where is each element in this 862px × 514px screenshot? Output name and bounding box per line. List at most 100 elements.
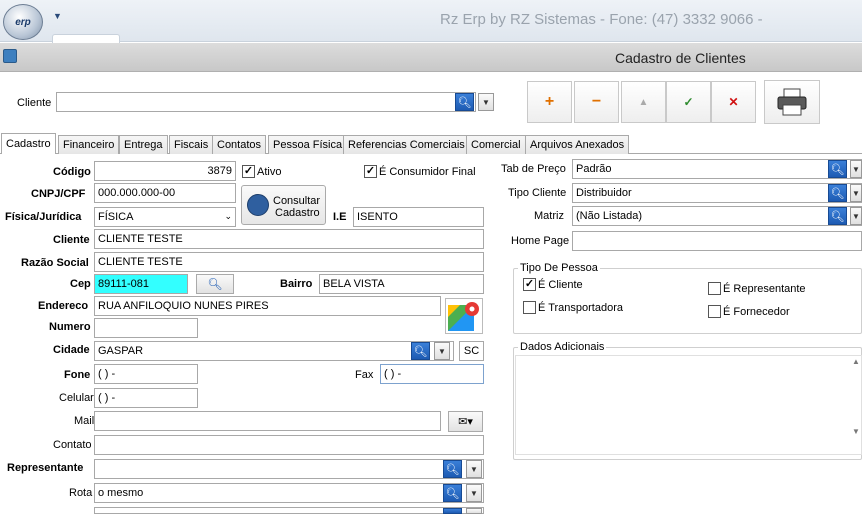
tab-contatos[interactable]: Contatos [212, 135, 267, 154]
cidade-field[interactable]: GASPAR [94, 341, 454, 361]
fax-field[interactable]: ( ) - [380, 364, 484, 384]
search-icon[interactable]: 🔍︎ [443, 460, 462, 478]
quick-access-dropdown-icon[interactable]: ▼ [53, 11, 62, 21]
consult-icon [247, 194, 269, 216]
window-title: Cadastro de Clientes [615, 50, 746, 66]
cep-label: Cep [70, 278, 91, 290]
ativo-label: Ativo [257, 166, 282, 178]
search-icon[interactable]: 🔍︎ [411, 342, 430, 360]
tab-preco-label: Tab de Preço [501, 163, 566, 175]
add-button[interactable]: + [527, 81, 572, 123]
e-cliente-checkbox[interactable]: ✓ [523, 278, 536, 291]
remove-button[interactable]: − [574, 81, 619, 123]
codigo-field[interactable]: 3879 [94, 161, 236, 181]
cliente-label: Cliente [53, 234, 90, 246]
matriz-field[interactable]: (Não Listada) [572, 206, 862, 226]
search-icon[interactable]: 🔍︎ [443, 484, 462, 502]
chevron-down-icon[interactable]: ▼ [434, 342, 450, 360]
mail-field[interactable] [94, 411, 441, 431]
celular-field[interactable]: ( ) - [94, 388, 198, 408]
app-logo: erp [15, 16, 31, 28]
tipo-cliente-label: Tipo Cliente [508, 187, 567, 199]
tab-preco-field[interactable]: Padrão [572, 159, 862, 179]
consumidor-final-label: É Consumidor Final [379, 166, 476, 178]
app-title: Rz Erp by RZ Sistemas - Fone: (47) 3332 … [440, 11, 763, 28]
search-cep-button[interactable]: 🔍︎ [196, 274, 234, 294]
e-fornecedor-label: É Fornecedor [723, 306, 790, 318]
home-page-field[interactable] [572, 231, 862, 251]
tipo-pessoa-title: Tipo De Pessoa [518, 262, 600, 274]
numero-field[interactable] [94, 318, 198, 338]
tab-pessoa-fisica[interactable]: Pessoa Física [268, 135, 348, 154]
chevron-down-icon[interactable]: ▼ [850, 207, 862, 225]
rota-field[interactable]: o mesmo [94, 483, 484, 503]
print-button[interactable] [764, 80, 820, 124]
chevron-down-icon[interactable] [466, 508, 482, 514]
consumidor-final-checkbox[interactable]: ✓ [364, 165, 377, 178]
chevron-down-icon[interactable]: ▼ [478, 93, 494, 111]
search-input[interactable] [56, 92, 476, 112]
dados-adicionais-textarea[interactable] [515, 355, 862, 455]
chevron-down-icon[interactable]: ▼ [466, 460, 482, 478]
ie-field[interactable]: ISENTO [353, 207, 484, 227]
search-icon[interactable]: 🔍︎ [455, 93, 474, 111]
map-button[interactable] [445, 298, 483, 334]
fax-label: Fax [355, 369, 374, 381]
home-page-label: Home Page [511, 235, 570, 247]
cut-off-field[interactable] [94, 507, 484, 514]
cnpj-field[interactable]: 000.000.000-00 [94, 183, 236, 203]
codigo-label: Código [53, 166, 91, 178]
app-menu-button[interactable]: erp [3, 4, 43, 40]
tab-entrega[interactable]: Entrega [119, 135, 168, 154]
chevron-down-icon[interactable]: ▼ [850, 160, 862, 178]
e-transportadora-checkbox[interactable] [523, 301, 536, 314]
cep-field[interactable]: 89111-081 [94, 274, 188, 294]
bairro-field[interactable]: BELA VISTA [319, 274, 484, 294]
uf-field[interactable]: SC [459, 341, 484, 361]
cliente-field[interactable]: CLIENTE TESTE [94, 229, 484, 249]
up-button[interactable]: ▲ [621, 81, 666, 123]
search-icon[interactable]: 🔍︎ [828, 207, 847, 225]
tab-referencias-comerciais[interactable]: Referencias Comerciais [343, 135, 470, 154]
ativo-checkbox[interactable]: ✓ [242, 165, 255, 178]
chevron-down-icon[interactable]: ▼ [466, 484, 482, 502]
tab-financeiro[interactable]: Financeiro [58, 135, 120, 154]
search-icon[interactable]: 🔍︎ [828, 160, 847, 178]
e-fornecedor-checkbox[interactable] [708, 305, 721, 318]
fone-field[interactable]: ( ) - [94, 364, 198, 384]
map-icon [448, 302, 479, 331]
email-menu-button[interactable]: ✉▾ [448, 411, 483, 432]
cnpj-label: CNPJ/CPF [31, 188, 86, 200]
dados-adicionais-title: Dados Adicionais [518, 341, 607, 353]
scroll-up-icon[interactable]: ▲ [852, 357, 862, 366]
cidade-label: Cidade [53, 344, 90, 356]
tab-comercial[interactable]: Comercial [466, 135, 526, 154]
e-transportadora-label: É Transportadora [538, 302, 623, 314]
tipo-pessoa-group [513, 268, 862, 334]
representante-field[interactable] [94, 459, 484, 479]
envelope-icon: ✉▾ [458, 416, 473, 428]
search-icon[interactable]: 🔍︎ [828, 184, 847, 202]
fisica-juridica-label: Física/Jurídica [5, 211, 82, 223]
e-representante-checkbox[interactable] [708, 282, 721, 295]
tab-arquivos-anexados[interactable]: Arquivos Anexados [525, 135, 630, 154]
celular-label: Celular [59, 392, 94, 404]
tab-fiscais[interactable]: Fiscais [169, 135, 214, 154]
fisica-juridica-select[interactable]: FÍSICA ⌄ [94, 207, 236, 227]
endereco-field[interactable]: RUA ANFILOQUIO NUNES PIRES [94, 296, 441, 316]
scroll-down-icon[interactable]: ▼ [852, 427, 862, 436]
chevron-down-icon: ⌄ [224, 211, 232, 221]
tab-cadastro[interactable]: Cadastro [1, 133, 56, 154]
search-label: Cliente [17, 97, 52, 109]
tipo-cliente-field[interactable]: Distribuidor [572, 183, 862, 203]
search-icon[interactable] [443, 508, 462, 514]
cancel-button[interactable]: ✕ [711, 81, 756, 123]
chevron-down-icon[interactable]: ▼ [850, 184, 862, 202]
razao-social-field[interactable]: CLIENTE TESTE [94, 252, 484, 272]
contato-field[interactable] [94, 435, 484, 455]
consultar-cadastro-button[interactable]: Consultar Cadastro [241, 185, 326, 225]
ie-label: I.E [333, 211, 347, 223]
razao-social-label: Razão Social [21, 257, 89, 269]
confirm-button[interactable]: ✓ [666, 81, 711, 123]
endereco-label: Endereco [38, 300, 89, 312]
